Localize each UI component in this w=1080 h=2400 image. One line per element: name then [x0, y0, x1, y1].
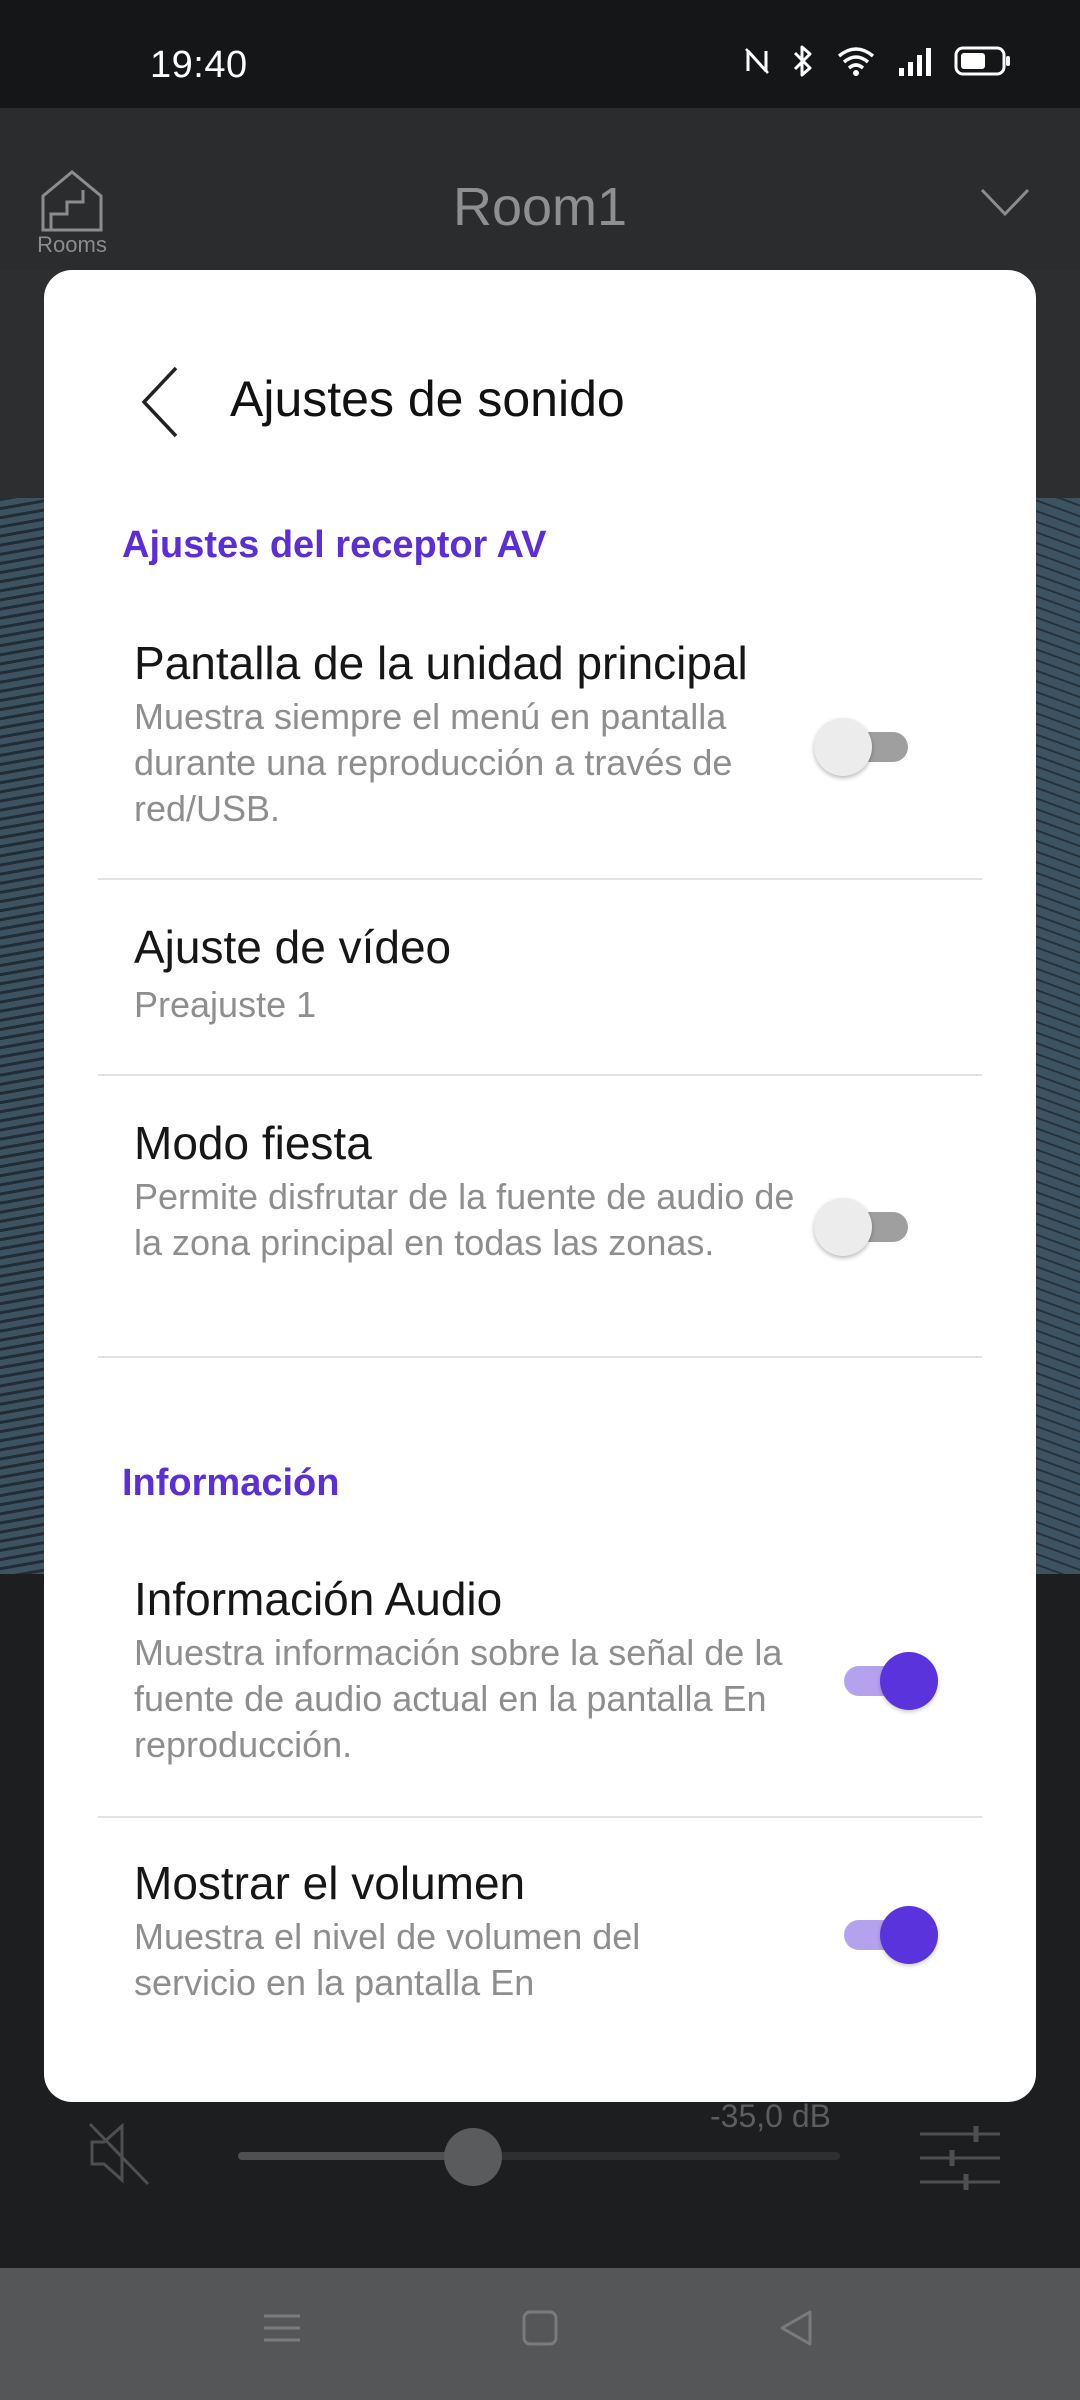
party-mode-toggle[interactable]	[814, 1196, 918, 1256]
setting-title: Mostrar el volumen	[134, 1857, 526, 1909]
status-icons	[744, 44, 1012, 78]
volume-value: -35,0 dB	[710, 2098, 831, 2134]
divider	[98, 1356, 982, 1358]
bluetooth-icon	[793, 45, 812, 77]
wifi-icon	[837, 47, 875, 76]
back-nav-icon[interactable]	[776, 2308, 816, 2348]
setting-title: Ajuste de vídeo	[134, 921, 452, 973]
chevron-down-icon[interactable]	[980, 188, 1030, 218]
volume-slider-thumb[interactable]	[443, 2128, 502, 2186]
audio-info-toggle[interactable]	[834, 1650, 938, 1710]
system-nav-bar	[0, 2268, 1080, 2400]
setting-video-adjust[interactable]: Ajuste de vídeo Preajuste 1	[98, 920, 982, 1050]
setting-title: Pantalla de la unidad principal	[134, 637, 748, 689]
setting-value: Preajuste 1	[134, 984, 317, 1025]
divider	[98, 1816, 982, 1818]
setting-description: Permite disfrutar de la fuente de audio …	[134, 1176, 795, 1263]
show-volume-toggle[interactable]	[834, 1904, 938, 1964]
setting-title: Modo fiesta	[134, 1117, 372, 1169]
back-arrow-icon[interactable]	[132, 362, 192, 442]
section-title-information: Información	[122, 1462, 340, 1504]
setting-show-volume[interactable]: Mostrar el volumen Muestra el nivel de v…	[98, 1856, 982, 2102]
volume-slider[interactable]	[238, 2152, 840, 2160]
setting-description: Muestra siempre el menú en pantalla dura…	[134, 696, 733, 829]
room-title: Room1	[452, 177, 628, 237]
battery-icon	[954, 46, 1010, 76]
main-unit-display-toggle[interactable]	[814, 716, 918, 776]
equalizer-icon[interactable]	[918, 2126, 1002, 2190]
setting-party-mode[interactable]: Modo fiesta Permite disfrutar de la fuen…	[98, 1116, 982, 1344]
status-bar: 19:40	[0, 0, 1080, 108]
nfc-icon	[745, 48, 769, 74]
status-time: 19:40	[150, 44, 248, 86]
home-icon[interactable]	[520, 2308, 560, 2348]
volume-slider-fill	[238, 2152, 473, 2160]
setting-title: Información Audio	[134, 1573, 503, 1625]
dialog-title: Ajustes de sonido	[230, 371, 625, 427]
mute-icon[interactable]	[86, 2118, 152, 2188]
setting-main-unit-display[interactable]: Pantalla de la unidad principal Muestra …	[98, 636, 982, 864]
setting-audio-info[interactable]: Información Audio Muestra información so…	[98, 1572, 982, 1800]
sound-settings-dialog: Ajustes de sonido Ajustes del receptor A…	[44, 270, 1036, 2102]
signal-icon	[899, 48, 931, 76]
divider	[98, 878, 982, 880]
setting-description: Muestra información sobre la señal de la…	[134, 1632, 783, 1765]
app-header: Rooms Room1	[0, 108, 1080, 270]
menu-icon[interactable]	[262, 2308, 302, 2348]
divider	[98, 1074, 982, 1076]
setting-description: Muestra el nivel de volumen del servicio…	[134, 1916, 641, 2003]
section-title-av-receiver: Ajustes del receptor AV	[122, 524, 547, 566]
